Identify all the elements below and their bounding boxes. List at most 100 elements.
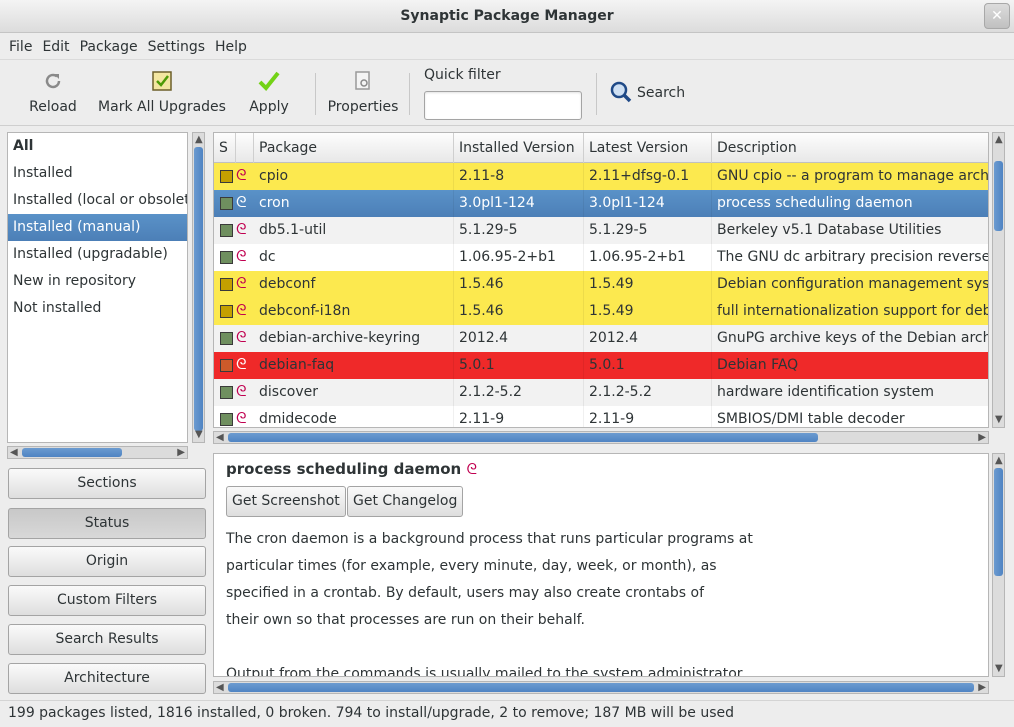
table-row[interactable]: ᘓ debconf-i18n 1.5.46 1.5.49 full internatio… [214,298,988,325]
search-results-button[interactable]: Search Results [8,624,206,655]
toolbar-separator [409,73,410,115]
cell-latest: 2012.4 [584,325,712,352]
filter-item-new-in-repository[interactable]: New in repository [8,268,187,295]
package-status-icon[interactable] [220,413,233,426]
scroll-up-icon[interactable]: ▲ [195,135,203,145]
package-status-icon[interactable] [220,224,233,237]
package-status-icon[interactable] [220,332,233,345]
detail-vscrollbar[interactable]: ▲ ▼ [992,453,1005,677]
scroll-thumb[interactable] [228,433,818,442]
table-row[interactable]: ᘓ debconf 1.5.46 1.5.49 Debian configuration… [214,271,988,298]
table-header: S Package Installed Version Latest Versi… [214,133,988,163]
package-status-icon[interactable] [220,251,233,264]
column-header-status[interactable]: S [214,133,236,163]
package-status-icon[interactable] [220,197,233,210]
filter-item-installed-manual[interactable]: Installed (manual) [8,214,187,241]
table-row[interactable]: ᘓ debian-archive-keyring 2012.4 2012.4 GnuPG… [214,325,988,352]
quick-filter-input[interactable] [424,91,582,120]
custom-filters-button[interactable]: Custom Filters [8,585,206,616]
scroll-thumb[interactable] [228,683,974,692]
table-row[interactable]: ᘓ cron 3.0pl1-124 3.0pl1-124 process schedul… [214,190,988,217]
debian-swirl-icon: ᘓ [236,355,247,373]
cell-name: debian-archive-keyring [254,325,454,352]
filter-item-installed-upgradable[interactable]: Installed (upgradable) [8,241,187,268]
get-screenshot-button[interactable]: Get Screenshot [226,486,346,517]
debian-swirl-icon: ᘓ [236,274,247,292]
filter-item-installed[interactable]: Installed [8,160,187,187]
table-hscrollbar[interactable]: ◀ ▶ [213,431,989,444]
description-line: The cron daemon is a background process … [226,531,753,547]
scroll-thumb[interactable] [994,161,1003,231]
filter-item-all[interactable]: All [8,133,187,160]
properties-button[interactable]: Properties [326,65,400,123]
status-button[interactable]: Status [8,508,206,539]
detail-hscrollbar[interactable]: ◀ ▶ [213,681,989,694]
close-button[interactable]: ✕ [984,3,1010,29]
menu-help[interactable]: Help [210,39,252,55]
table-row[interactable]: ᘓ discover 2.1.2-5.2 2.1.2-5.2 hardware iden… [214,379,988,406]
architecture-button[interactable]: Architecture [8,663,206,694]
search-button[interactable]: Search [608,78,688,108]
cell-installed: 2.11-8 [454,163,584,190]
cell-desc: process scheduling daemon [712,190,988,217]
package-status-icon[interactable] [220,170,233,183]
sections-button[interactable]: Sections [8,468,206,499]
scroll-up-icon[interactable]: ▲ [995,135,1003,145]
column-header-package[interactable]: Package [254,133,454,163]
menu-settings[interactable]: Settings [143,39,210,55]
scroll-thumb[interactable] [194,147,203,431]
properties-icon [355,71,370,90]
scroll-thumb[interactable] [994,468,1003,576]
scroll-right-icon[interactable]: ▶ [978,433,986,443]
table-row[interactable]: ᘓ cpio 2.11-8 2.11+dfsg-0.1 GNU cpio -- a pr… [214,163,988,190]
apply-button[interactable]: Apply [246,65,292,123]
scroll-right-icon[interactable]: ▶ [177,448,185,458]
scroll-down-icon[interactable]: ▼ [995,415,1003,425]
scroll-left-icon[interactable]: ◀ [216,433,224,443]
filter-item-not-installed[interactable]: Not installed [8,295,187,322]
cell-name: cron [254,190,454,217]
column-header-installed-version[interactable]: Installed Version [454,133,584,163]
package-status-icon[interactable] [220,359,233,372]
package-table: S Package Installed Version Latest Versi… [213,132,989,428]
debian-swirl-icon: ᘓ [466,460,478,478]
toolbar-separator [315,73,316,115]
scroll-down-icon[interactable]: ▼ [195,430,203,440]
debian-swirl-icon: ᘓ [236,166,247,184]
scroll-right-icon[interactable]: ▶ [978,683,986,693]
scroll-up-icon[interactable]: ▲ [995,456,1003,466]
get-changelog-button[interactable]: Get Changelog [347,486,464,517]
origin-button[interactable]: Origin [8,546,206,577]
cell-name: db5.1-util [254,217,454,244]
table-row[interactable]: ᘓ dmidecode 2.11-9 2.11-9 SMBIOS/DMI table d… [214,406,988,427]
mark-all-upgrades-button[interactable]: Mark All Upgrades [98,65,226,123]
table-row[interactable]: ᘓ debian-faq 5.0.1 5.0.1 Debian FAQ [214,352,988,379]
filter-list-vscrollbar[interactable]: ▲ ▼ [192,132,205,443]
cell-installed: 5.0.1 [454,352,584,379]
column-header-description[interactable]: Description [712,133,988,163]
package-status-icon[interactable] [220,305,233,318]
cell-installed: 2.1.2-5.2 [454,379,584,406]
cell-latest: 1.06.95-2+b1 [584,244,712,271]
table-vscrollbar[interactable]: ▲ ▼ [992,132,1005,428]
package-status-icon[interactable] [220,386,233,399]
scroll-down-icon[interactable]: ▼ [995,664,1003,674]
cell-installed: 1.5.46 [454,271,584,298]
debian-swirl-icon: ᘓ [236,193,247,211]
menu-edit[interactable]: Edit [37,39,74,55]
table-row[interactable]: ᘓ db5.1-util 5.1.29-5 5.1.29-5 Berkeley v5.1… [214,217,988,244]
column-header-support[interactable] [236,133,254,163]
menu-file[interactable]: File [4,39,37,55]
scroll-left-icon[interactable]: ◀ [10,448,18,458]
filter-item-installed-local[interactable]: Installed (local or obsolete) [8,187,187,214]
package-status-icon[interactable] [220,278,233,291]
filter-list-hscrollbar[interactable]: ◀ ▶ [7,446,188,459]
scroll-left-icon[interactable]: ◀ [216,683,224,693]
column-header-latest-version[interactable]: Latest Version [584,133,712,163]
cell-desc: Debian FAQ [712,352,988,379]
properties-label: Properties [327,99,399,115]
reload-button[interactable]: Reload [26,65,80,123]
table-row[interactable]: ᘓ dc 1.06.95-2+b1 1.06.95-2+b1 The GNU dc ar… [214,244,988,271]
menu-package[interactable]: Package [75,39,143,55]
scroll-thumb[interactable] [22,448,122,457]
